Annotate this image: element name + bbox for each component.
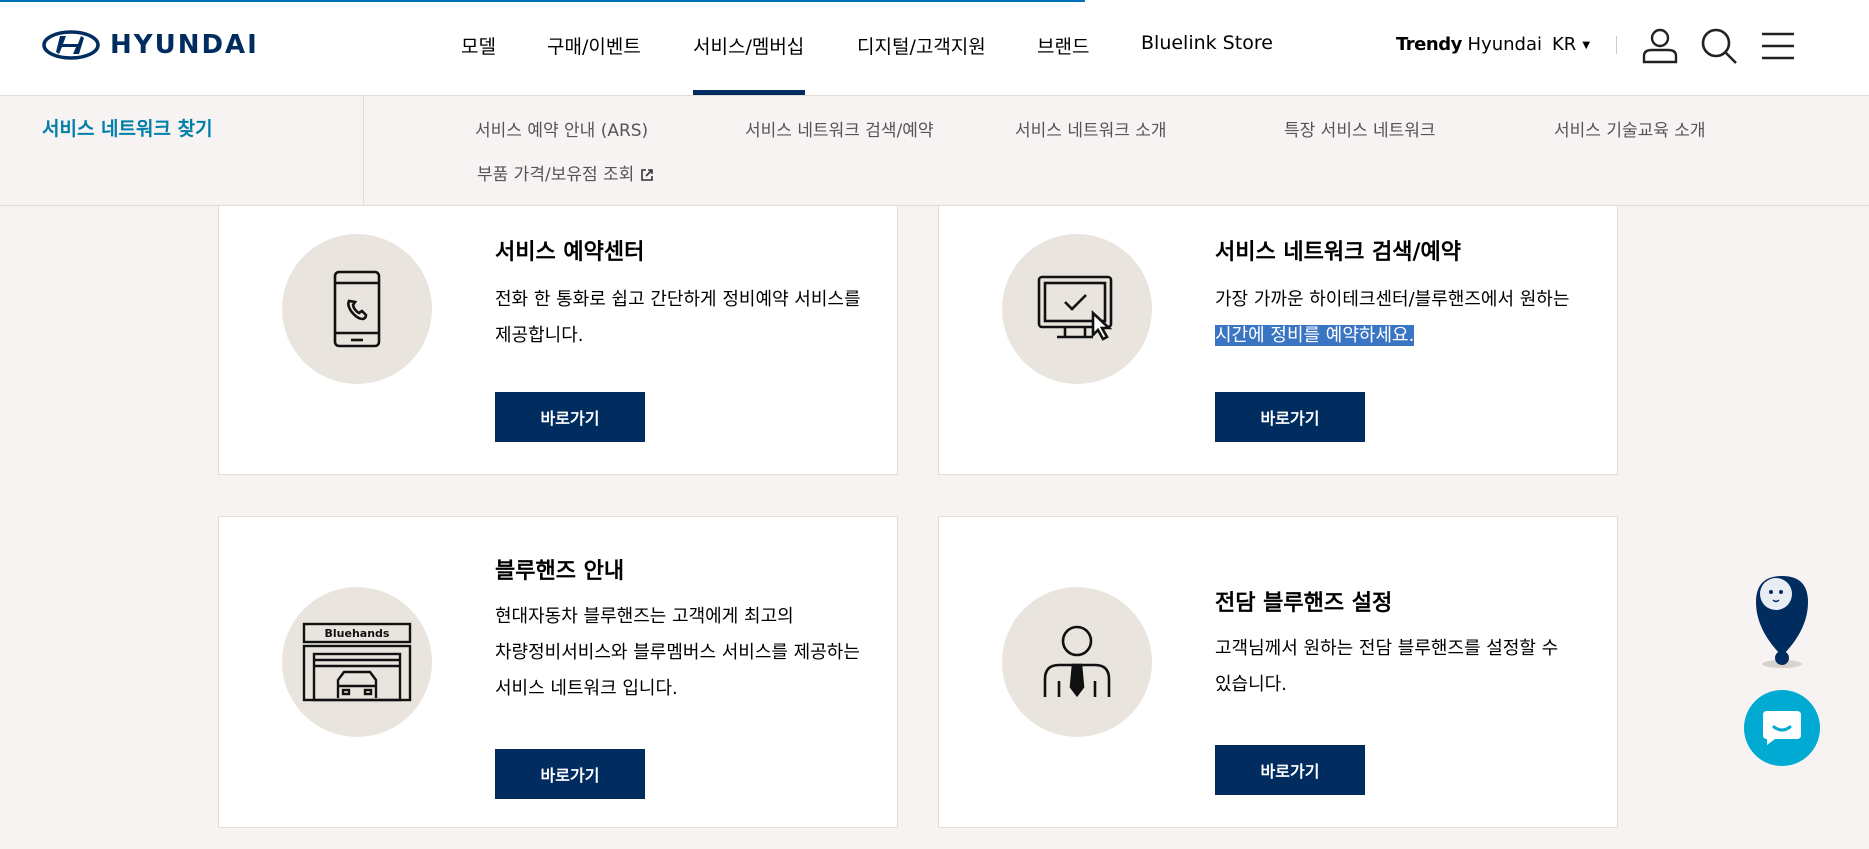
nav-active-indicator [693, 90, 805, 95]
card-dedicated-bluehands: 전담 블루핸즈 설정 고객님께서 원하는 전담 블루핸즈를 설정할 수 있습니다… [938, 516, 1618, 828]
language-label: KR [1552, 34, 1577, 55]
nav-item-bluelink-store[interactable]: Bluelink Store [1141, 32, 1273, 54]
card-desc-line: 고객님께서 원하는 전담 블루핸즈를 설정할 수 [1215, 638, 1559, 659]
card-icon-circle [1002, 234, 1152, 384]
trendy-hyundai-link[interactable]: Trendy Hyundai [1396, 34, 1542, 55]
global-header: HYUNDAI 모델 구매/이벤트 서비스/멤버십 디지털/고객지원 브랜드 B… [0, 0, 1869, 96]
nav-item-digital-support[interactable]: 디지털/고객지원 [857, 32, 986, 59]
selected-text: 시간에 정비를 예약하세요. [1215, 325, 1415, 346]
search-icon[interactable] [1699, 26, 1739, 66]
subnav-link-network-search[interactable]: 서비스 네트워크 검색/예약 [745, 116, 934, 141]
language-selector[interactable]: KR ▼ [1552, 34, 1590, 55]
monitor-check-icon [1037, 275, 1113, 341]
card-icon-circle: Bluehands [282, 587, 432, 737]
menu-icon[interactable] [1758, 26, 1798, 66]
parts-price-label: 부품 가격/보유점 조회 [477, 165, 635, 185]
hyundai-logo[interactable]: HYUNDAI [42, 30, 259, 60]
scroll-progress-bar [0, 0, 1085, 2]
card-reservation-center: 서비스 예약센터 전화 한 통화로 쉽고 간단하게 정비예약 서비스를 제공합니… [218, 205, 898, 475]
card-title: 전담 블루핸즈 설정 [1215, 591, 1393, 616]
subnav-title[interactable]: 서비스 네트워크 찾기 [42, 114, 213, 141]
card-desc-line: 전화 한 통화로 쉽고 간단하게 정비예약 서비스를 [495, 289, 861, 310]
user-icon[interactable] [1640, 26, 1680, 66]
subnav-link-parts-price[interactable]: 부품 가격/보유점 조회 [477, 160, 654, 185]
trendy-label: Trendy [1396, 34, 1462, 55]
subnav-link-network-intro[interactable]: 서비스 네트워크 소개 [1015, 116, 1167, 141]
bluehands-sign-text: Bluehands [325, 627, 390, 640]
nav-item-models[interactable]: 모델 [461, 32, 496, 59]
external-link-icon [641, 169, 654, 181]
card-desc-line: 가장 가까운 하이테크센터/블루핸즈에서 원하는 [1215, 289, 1570, 310]
chat-button[interactable] [1744, 690, 1820, 766]
logo-wordmark: HYUNDAI [110, 30, 259, 60]
bluehands-shop-icon: Bluehands [302, 622, 412, 702]
chatbot-mascot-icon [1756, 576, 1808, 668]
card-title: 서비스 네트워크 검색/예약 [1215, 240, 1461, 265]
card-network-search: 서비스 네트워크 검색/예약 가장 가까운 하이테크센터/블루핸즈에서 원하는 … [938, 205, 1618, 475]
go-button[interactable]: 바로가기 [495, 392, 645, 442]
card-icon-circle [1002, 587, 1152, 737]
go-button[interactable]: 바로가기 [495, 749, 645, 799]
card-desc-line: 현대자동차 블루핸즈는 고객에게 최고의 [495, 606, 794, 627]
caret-down-icon: ▼ [1582, 39, 1591, 51]
card-desc-line: 제공합니다. [495, 325, 584, 346]
nav-item-brand[interactable]: 브랜드 [1037, 32, 1089, 59]
subnav-link-ars[interactable]: 서비스 예약 안내 (ARS) [475, 116, 648, 141]
hyundai-emblem-icon [42, 30, 100, 60]
card-description: 가장 가까운 하이테크센터/블루핸즈에서 원하는 시간에 정비를 예약하세요. [1215, 282, 1569, 354]
nav-item-service-membership[interactable]: 서비스/멤버십 [693, 32, 804, 59]
subnav-link-special-network[interactable]: 특장 서비스 네트워크 [1284, 116, 1436, 141]
go-button[interactable]: 바로가기 [1215, 745, 1365, 795]
card-desc-line: 서비스 네트워크 입니다. [495, 678, 678, 699]
card-description: 현대자동차 블루핸즈는 고객에게 최고의 차량정비서비스와 블루멤버스 서비스를… [495, 599, 860, 707]
card-description: 고객님께서 원하는 전담 블루핸즈를 설정할 수 있습니다. [1215, 631, 1558, 703]
card-description: 전화 한 통화로 쉽고 간단하게 정비예약 서비스를 제공합니다. [495, 282, 861, 354]
subnav-link-tech-education[interactable]: 서비스 기술교육 소개 [1554, 116, 1706, 141]
card-title: 블루핸즈 안내 [495, 559, 625, 584]
nav-item-purchase-events[interactable]: 구매/이벤트 [547, 32, 641, 59]
card-desc-line: 차량정비서비스와 블루멤버스 서비스를 제공하는 [495, 642, 860, 663]
chat-bubble-icon [1763, 711, 1801, 745]
util-divider [1616, 36, 1617, 54]
subnav-divider [363, 96, 364, 206]
person-tie-icon [1043, 625, 1111, 698]
sub-navigation: 서비스 네트워크 찾기 서비스 예약 안내 (ARS) 서비스 네트워크 검색/… [0, 96, 1869, 206]
card-desc-line: 있습니다. [1215, 674, 1287, 695]
card-title: 서비스 예약센터 [495, 240, 645, 265]
card-icon-circle [282, 234, 432, 384]
go-button[interactable]: 바로가기 [1215, 392, 1365, 442]
phone-icon [333, 270, 381, 348]
card-bluehands-info: Bluehands 블루핸즈 안내 현대자동차 블루핸즈는 고객에게 최고의 차… [218, 516, 898, 828]
chatbot-mascot-button[interactable] [1744, 560, 1820, 670]
hyundai-label: Hyundai [1461, 34, 1543, 55]
